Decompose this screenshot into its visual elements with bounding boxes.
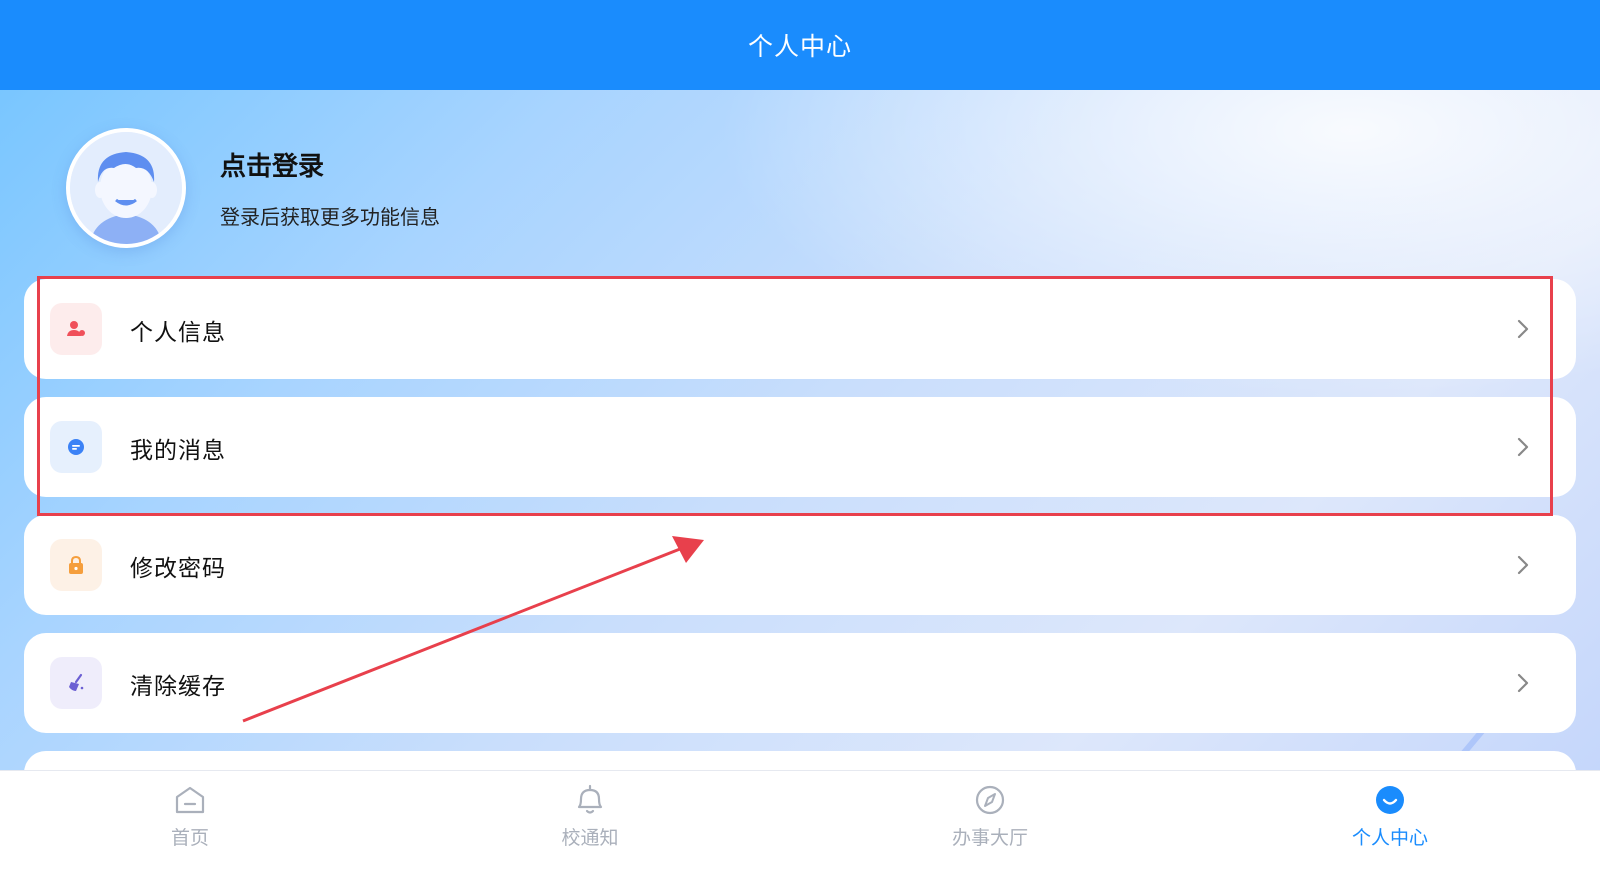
menu-item-my-messages[interactable]: 我的消息 [24, 397, 1576, 497]
chevron-right-icon [1517, 555, 1529, 575]
page-header: 个人中心 [0, 0, 1600, 90]
broom-icon [50, 657, 102, 709]
tab-label: 办事大厅 [951, 827, 1028, 849]
compass-icon [975, 785, 1005, 815]
message-icon [50, 421, 102, 473]
menu-item-personal-info[interactable]: 个人信息 [24, 279, 1576, 379]
menu-label: 个人信息 [130, 320, 226, 346]
tab-service-hall[interactable]: 办事大厅 [790, 771, 1190, 873]
menu-item-clear-cache[interactable]: 清除缓存 [24, 633, 1576, 733]
bell-icon [577, 784, 603, 814]
profile-header[interactable]: 点击登录 登录后获取更多功能信息 [66, 128, 440, 248]
user-icon [50, 303, 102, 355]
tab-label: 校通知 [561, 827, 619, 849]
profile-text[interactable]: 点击登录 登录后获取更多功能信息 [220, 146, 620, 230]
smile-icon [1376, 786, 1404, 814]
tab-personal-center[interactable]: 个人中心 [1190, 771, 1590, 873]
menu-label: 我的消息 [130, 438, 226, 464]
home-icon [175, 786, 205, 814]
tab-home[interactable]: 首页 [0, 771, 390, 873]
lock-icon [50, 539, 102, 591]
menu-item-change-password[interactable]: 修改密码 [24, 515, 1576, 615]
avatar[interactable] [66, 128, 186, 248]
chevron-right-icon [1517, 437, 1529, 457]
login-title[interactable]: 点击登录 [220, 146, 620, 183]
login-subtitle: 登录后获取更多功能信息 [220, 205, 440, 229]
bottom-tab-bar: 首页 校通知 办事大厅 个人中心 [0, 770, 1600, 873]
tab-label: 首页 [170, 827, 209, 849]
chevron-right-icon [1517, 319, 1529, 339]
chevron-right-icon [1517, 673, 1529, 693]
avatar-illustration-icon [70, 132, 182, 244]
menu-label: 修改密码 [130, 556, 226, 582]
tab-label: 个人中心 [1351, 827, 1428, 849]
page-title: 个人中心 [747, 32, 852, 61]
tab-notice[interactable]: 校通知 [390, 771, 790, 873]
menu-label: 清除缓存 [130, 674, 226, 700]
